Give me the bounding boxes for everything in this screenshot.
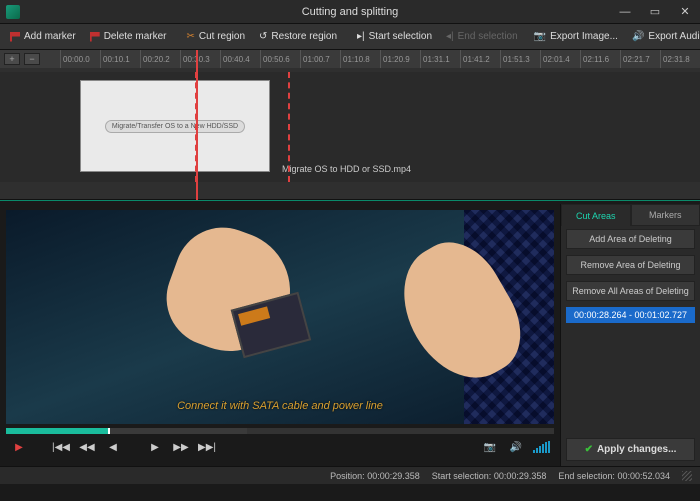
label: Export Image... <box>550 31 618 42</box>
tick: 00:30.3 <box>180 50 220 68</box>
side-panel: Cut Areas Markers Add Area of Deleting R… <box>560 204 700 466</box>
transport-controls: ▶ |◀◀ ◀◀ ◀ ▶ ▶▶ ▶▶| 📷 🔊 <box>6 434 554 460</box>
label: Start selection <box>369 31 432 42</box>
clip[interactable]: Migrate/Transfer OS to a New HDD/SSD <box>80 80 270 172</box>
zoom-out-button[interactable]: − <box>24 53 40 65</box>
tick: 01:41.2 <box>460 50 500 68</box>
zoom-in-button[interactable]: + <box>4 53 20 65</box>
clip-thumb-label: Migrate/Transfer OS to a New HDD/SSD <box>105 120 245 133</box>
maximize-button[interactable]: ▭ <box>640 0 670 24</box>
flag-icon <box>90 32 100 42</box>
volume-indicator[interactable] <box>533 441 550 453</box>
label: Cut Areas <box>576 211 616 221</box>
tick: 01:31.1 <box>420 50 460 68</box>
label: Add Area of Deleting <box>589 234 672 244</box>
label: Restore region <box>271 31 337 42</box>
tick: 00:10.1 <box>100 50 140 68</box>
label: Remove Area of Deleting <box>580 260 680 270</box>
next-frame-button[interactable]: ▶ <box>146 440 164 454</box>
seek-bar[interactable] <box>6 428 554 434</box>
scissors-icon: ✂ <box>187 31 195 42</box>
add-area-button[interactable]: Add Area of Deleting <box>566 229 695 249</box>
tick: 02:11.6 <box>580 50 620 68</box>
clip-filename: Migrate OS to HDD or SSD.mp4 <box>282 164 411 174</box>
add-marker-button[interactable]: Add marker <box>4 29 82 44</box>
start-icon: ▸| <box>357 31 365 42</box>
label: 00:00:28.264 - 00:01:02.727 <box>574 310 687 320</box>
audio-icon: 🔊 <box>632 31 644 42</box>
remove-area-button[interactable]: Remove Area of Deleting <box>566 255 695 275</box>
app-logo-icon <box>6 5 20 19</box>
ruler[interactable]: + − 00:00.0 00:10.1 00:20.2 00:30.3 00:4… <box>0 50 700 68</box>
end-selection-label: End selection: 00:00:52.034 <box>558 471 670 481</box>
label: Cut region <box>199 31 245 42</box>
tab-markers[interactable]: Markers <box>631 204 700 226</box>
resize-grip[interactable] <box>682 471 692 481</box>
start-selection-label: Start selection: 00:00:29.358 <box>432 471 547 481</box>
tick: 02:01.4 <box>540 50 580 68</box>
video-track[interactable]: Migrate/Transfer OS to a New HDD/SSD Mig… <box>0 72 700 182</box>
label: Remove All Areas of Deleting <box>572 286 689 296</box>
label: Add marker <box>24 31 76 42</box>
tick: 00:00.0 <box>60 50 100 68</box>
restore-region-button[interactable]: ↺ Restore region <box>253 29 343 44</box>
apply-changes-button[interactable]: ✔ Apply changes... <box>566 438 695 461</box>
preview-pane: Connect it with SATA cable and power lin… <box>0 204 560 466</box>
status-bar: Position: 00:00:29.358 Start selection: … <box>0 466 700 484</box>
mute-button[interactable]: 🔊 <box>507 440 525 454</box>
label: Export Audio... <box>648 31 700 42</box>
tick: 02:21.7 <box>620 50 660 68</box>
start-selection-button[interactable]: ▸| Start selection <box>351 29 438 44</box>
goto-end-button[interactable]: ▶▶| <box>198 440 216 454</box>
tick: 00:20.2 <box>140 50 180 68</box>
remove-all-button[interactable]: Remove All Areas of Deleting <box>566 281 695 301</box>
tick: 01:00.7 <box>300 50 340 68</box>
minimize-button[interactable]: — <box>610 0 640 24</box>
export-image-button[interactable]: 📷 Export Image... <box>528 29 624 44</box>
title-bar: Cutting and splitting — ▭ ✕ <box>0 0 700 24</box>
step-back-button[interactable]: ◀◀ <box>78 440 96 454</box>
tick: 01:51.3 <box>500 50 540 68</box>
label: End selection <box>458 31 518 42</box>
cut-region-button[interactable]: ✂ Cut region <box>181 29 252 44</box>
tick: 01:10.8 <box>340 50 380 68</box>
end-icon: ◂| <box>446 31 454 42</box>
label: Markers <box>649 210 682 220</box>
goto-start-button[interactable]: |◀◀ <box>52 440 70 454</box>
check-icon: ✔ <box>585 444 593 455</box>
selection-item[interactable]: 00:00:28.264 - 00:01:02.727 <box>566 307 695 323</box>
prev-frame-button[interactable]: ◀ <box>104 440 122 454</box>
tab-cut-areas[interactable]: Cut Areas <box>561 204 631 226</box>
play-button[interactable]: ▶ <box>10 440 28 454</box>
position-label: Position: 00:00:29.358 <box>330 471 420 481</box>
export-audio-button[interactable]: 🔊 Export Audio... <box>626 29 700 44</box>
delete-marker-button[interactable]: Delete marker <box>84 29 173 44</box>
tick: 01:20.9 <box>380 50 420 68</box>
timeline[interactable]: + − 00:00.0 00:10.1 00:20.2 00:30.3 00:4… <box>0 50 700 200</box>
tick: 00:50.6 <box>260 50 300 68</box>
window-title: Cutting and splitting <box>302 6 399 18</box>
undo-icon: ↺ <box>259 31 267 42</box>
label: Delete marker <box>104 31 167 42</box>
video-preview[interactable]: Connect it with SATA cable and power lin… <box>6 210 554 424</box>
close-button[interactable]: ✕ <box>670 0 700 24</box>
flag-icon <box>10 32 20 42</box>
video-caption: Connect it with SATA cable and power lin… <box>177 400 383 412</box>
tick: 00:40.4 <box>220 50 260 68</box>
label: Apply changes... <box>597 444 676 455</box>
camera-icon: 📷 <box>534 31 546 42</box>
toolbar: Add marker Delete marker ✂ Cut region ↺ Re… <box>0 24 700 50</box>
step-fwd-button[interactable]: ▶▶ <box>172 440 190 454</box>
tick: 02:31.8 <box>660 50 700 68</box>
end-selection-button[interactable]: ◂| End selection <box>440 29 524 44</box>
snapshot-button[interactable]: 📷 <box>481 440 499 454</box>
